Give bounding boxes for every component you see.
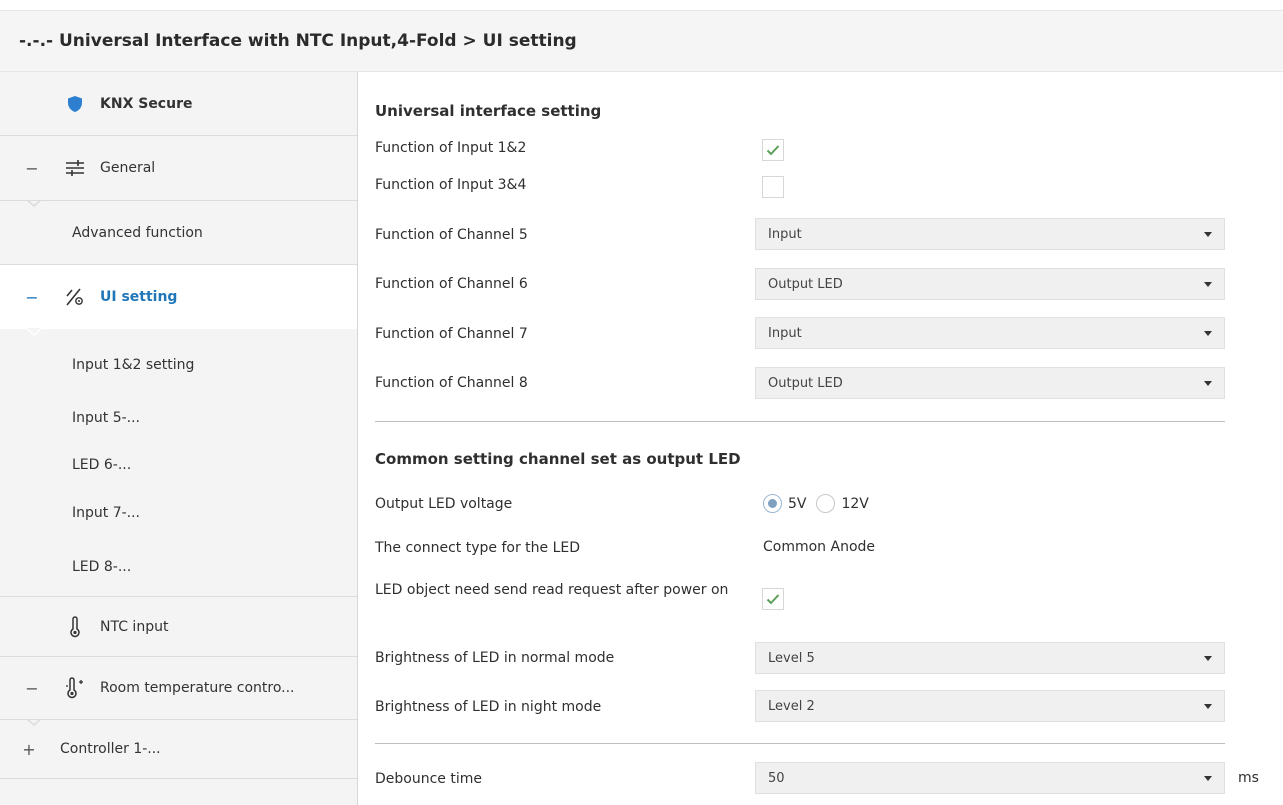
check-icon [766, 145, 780, 156]
sidebar-item-label: UI setting [100, 289, 178, 305]
debounce-unit: ms [1238, 770, 1259, 786]
select-value: 50 [768, 770, 785, 786]
voltage-12v-radio[interactable] [816, 494, 836, 513]
voltage-5v-radio[interactable] [763, 494, 782, 513]
channel-7-select[interactable]: Input [755, 317, 1225, 349]
input-3-4-label: Function of Input 3&4 [375, 177, 527, 193]
section-title: Common setting channel set as output LED [375, 450, 741, 468]
collapse-icon[interactable]: − [25, 679, 39, 698]
brightness-night-select[interactable]: Level 2 [755, 690, 1225, 722]
shield-icon [64, 93, 86, 115]
sidebar-item-label: Room temperature contro... [100, 680, 295, 696]
expand-icon[interactable]: + [22, 740, 36, 759]
sidebar-item-general[interactable]: − General [0, 136, 357, 200]
sidebar-item-room-temperature-control[interactable]: − Room temperature contro... [0, 657, 357, 719]
sidebar-item-label: Input 5-... [72, 410, 141, 426]
input-3-4-checkbox[interactable] [762, 176, 784, 198]
sidebar-item-label: LED 8-... [72, 558, 132, 575]
chevron-down-icon [1204, 656, 1212, 661]
select-value: Output LED [768, 375, 843, 391]
brightness-normal-select[interactable]: Level 5 [755, 642, 1225, 674]
sidebar-item-label: Advanced function [72, 224, 203, 241]
section-title: Universal interface setting [375, 102, 602, 120]
chevron-down-icon [1204, 331, 1212, 336]
sidebar-item-input-1-2-setting[interactable]: Input 1&2 setting [0, 335, 357, 395]
section-divider [375, 743, 1225, 744]
collapse-icon[interactable]: − [25, 288, 39, 307]
select-value: Output LED [768, 276, 843, 292]
channel-7-label: Function of Channel 7 [375, 326, 528, 342]
debounce-time-label: Debounce time [375, 771, 482, 787]
select-value: Input [768, 226, 802, 242]
check-icon [766, 594, 780, 605]
connect-type-value: Common Anode [763, 539, 876, 555]
channel-8-label: Function of Channel 8 [375, 375, 528, 391]
sidebar-item-ui-setting[interactable]: − UI setting [0, 265, 357, 329]
thermometer-icon [64, 615, 86, 638]
debounce-time-select[interactable]: 50 [755, 762, 1225, 794]
radio-label: 5V [788, 495, 807, 512]
select-value: Input [768, 325, 802, 341]
brightness-normal-label: Brightness of LED in normal mode [375, 650, 615, 666]
sidebar-item-knx-secure[interactable]: KNX Secure [0, 72, 357, 136]
thermometer-icon [64, 677, 86, 699]
brightness-night-label: Brightness of LED in night mode [375, 699, 602, 715]
radio-label: 12V [841, 495, 869, 512]
sidebar-item-label: General [100, 160, 156, 176]
connect-type-label: The connect type for the LED [375, 540, 581, 556]
select-value: Level 2 [768, 698, 815, 714]
window-title: -.-.- Universal Interface with NTC Input… [0, 10, 1283, 72]
sidebar-item-label: KNX Secure [100, 95, 193, 112]
output-led-voltage-label: Output LED voltage [375, 496, 513, 512]
chevron-down-icon [1204, 232, 1212, 237]
read-request-checkbox[interactable] [762, 588, 784, 610]
channel-8-select[interactable]: Output LED [755, 367, 1225, 399]
sidebar-item-led-6[interactable]: LED 6-... [0, 441, 357, 489]
section-divider [375, 421, 1225, 422]
channel-6-label: Function of Channel 6 [375, 276, 528, 292]
chevron-down-icon [1204, 776, 1212, 781]
chevron-down-icon [1204, 381, 1212, 386]
collapse-icon[interactable]: − [25, 159, 39, 178]
input-1-2-label: Function of Input 1&2 [375, 140, 527, 156]
sliders-icon [64, 157, 86, 179]
chevron-down-icon [1204, 282, 1212, 287]
sidebar-item-ntc-input[interactable]: NTC input [0, 597, 357, 657]
sidebar-item-input-7[interactable]: Input 7-... [0, 489, 357, 537]
select-value: Level 5 [768, 650, 815, 666]
sidebar-item-label: Input 1&2 setting [72, 357, 195, 373]
sidebar-item-label: LED 6-... [72, 457, 132, 473]
channel-5-label: Function of Channel 5 [375, 227, 528, 243]
chevron-down-icon [1204, 704, 1212, 709]
sidebar-item-label: NTC input [100, 618, 169, 635]
input-1-2-checkbox[interactable] [762, 139, 784, 161]
ui-setting-icon [64, 286, 86, 308]
channel-5-select[interactable]: Input [755, 218, 1225, 250]
sidebar-item-controller-1[interactable]: + Controller 1-... [0, 719, 357, 779]
sidebar-item-label: Input 7-... [72, 505, 141, 521]
sidebar-item-label: Controller 1-... [60, 741, 161, 757]
settings-panel: Universal interface setting Function of … [358, 72, 1283, 805]
output-led-voltage-radio-group: 5V 12V [763, 494, 879, 513]
sidebar-item-input-5[interactable]: Input 5-... [0, 395, 357, 441]
sidebar: KNX Secure − General Advanced function − [0, 72, 358, 805]
read-request-label: LED object need send read request after … [375, 582, 729, 598]
sidebar-item-led-8[interactable]: LED 8-... [0, 537, 357, 597]
sidebar-item-advanced-function[interactable]: Advanced function [0, 200, 357, 265]
channel-6-select[interactable]: Output LED [755, 268, 1225, 300]
